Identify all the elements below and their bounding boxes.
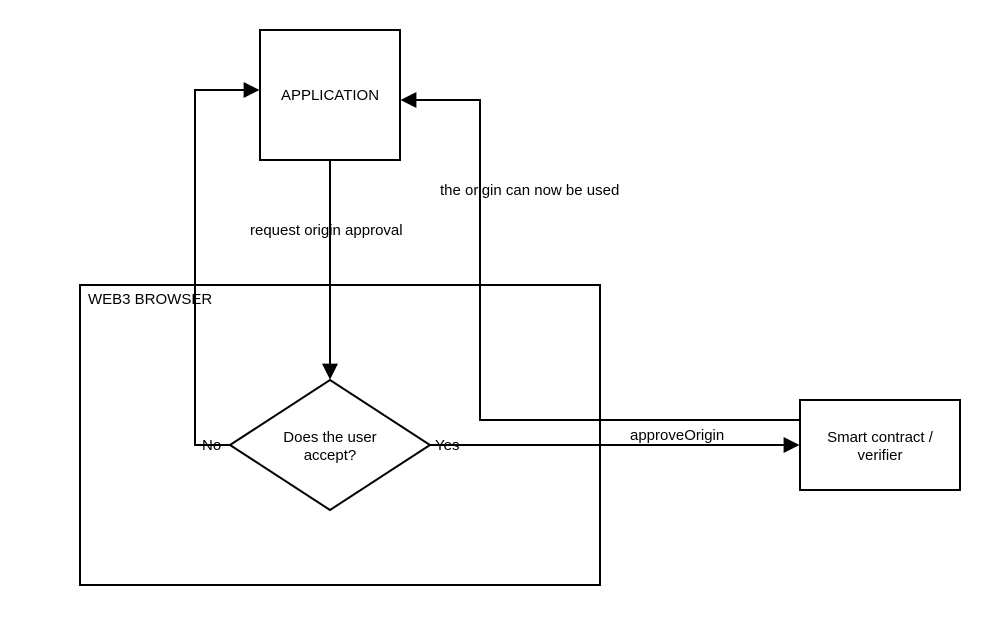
edge-no-label: No [202, 437, 221, 454]
web3-browser-label: WEB3 BROWSER [88, 291, 212, 308]
edge-request-label: request origin approval [250, 222, 403, 239]
decision-text-l1: Does the user [283, 429, 376, 446]
smart-contract-l2: verifier [857, 447, 902, 464]
application-label: APPLICATION [281, 87, 379, 104]
edge-canuse-label: the origin can now be used [440, 182, 619, 199]
edge-yes-label: Yes [435, 437, 459, 454]
decision-text-l2: accept? [304, 447, 357, 464]
edge-approve-label: approveOrigin [630, 427, 724, 444]
smart-contract-l1: Smart contract / [827, 429, 934, 446]
